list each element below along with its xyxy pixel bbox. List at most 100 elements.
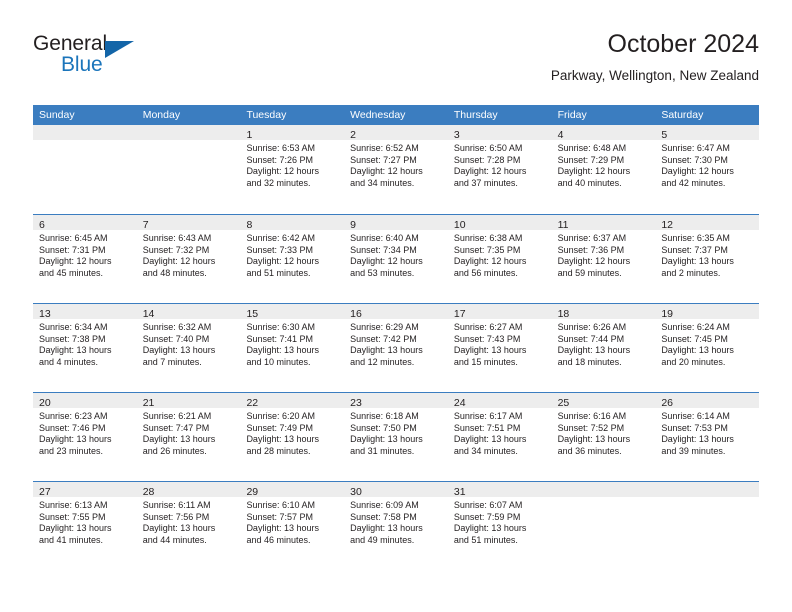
day-detail-line: Sunrise: 6:24 AM (661, 322, 730, 332)
day-details: Sunrise: 6:53 AM Sunset: 7:26 PM Daylight:… (240, 140, 344, 189)
day-cell-10[interactable]: 10 Sunrise: 6:38 AM Sunset: 7:35 PM Dayligh… (447, 215, 552, 303)
day-details: Sunrise: 6:34 AM Sunset: 7:38 PM Daylight:… (33, 319, 137, 368)
day-detail-line: Daylight: 13 hours (453, 523, 527, 534)
day-detail-line: and 59 minutes. (557, 267, 622, 278)
calendar-weeks: 1 Sunrise: 6:53 AM Sunset: 7:26 PM Daylight… (33, 125, 760, 570)
day-number-bar: 14 (136, 304, 241, 320)
day-detail-line: and 34 minutes. (453, 445, 518, 456)
day-cell-24[interactable]: 24 Sunrise: 6:17 AM Sunset: 7:51 PM Dayligh… (447, 393, 552, 481)
day-number-bar: 10 (447, 215, 552, 231)
day-cell-27[interactable]: 27 Sunrise: 6:13 AM Sunset: 7:55 PM Dayligh… (33, 482, 137, 570)
day-number: 21 (142, 397, 155, 409)
day-cell-16[interactable]: 16 Sunrise: 6:29 AM Sunset: 7:42 PM Dayligh… (344, 304, 448, 392)
day-cell-1[interactable]: 1 Sunrise: 6:53 AM Sunset: 7:26 PM Daylight… (240, 125, 345, 214)
day-cell-28[interactable]: 28 Sunrise: 6:11 AM Sunset: 7:56 PM Dayligh… (136, 482, 241, 570)
day-detail-line: and 12 minutes. (350, 356, 415, 367)
day-detail-line: Sunset: 7:34 PM (350, 244, 417, 255)
day-cell-3[interactable]: 3 Sunrise: 6:50 AM Sunset: 7:28 PM Daylight… (447, 125, 552, 214)
day-detail-line: Sunrise: 6:23 AM (39, 411, 108, 421)
day-details: Sunrise: 6:30 AM Sunset: 7:41 PM Daylight:… (240, 319, 344, 368)
day-cell-7[interactable]: 7 Sunrise: 6:43 AM Sunset: 7:32 PM Daylight… (136, 215, 241, 303)
day-cell-25[interactable]: 25 Sunrise: 6:16 AM Sunset: 7:52 PM Dayligh… (551, 393, 656, 481)
day-details: Sunrise: 6:29 AM Sunset: 7:42 PM Daylight:… (344, 319, 448, 368)
day-detail-line: Daylight: 13 hours (39, 434, 112, 445)
day-cell-17[interactable]: 17 Sunrise: 6:27 AM Sunset: 7:43 PM Dayligh… (447, 304, 552, 392)
day-detail-line: Daylight: 13 hours (557, 345, 631, 356)
day-cell-11[interactable]: 11 Sunrise: 6:37 AM Sunset: 7:36 PM Dayligh… (551, 215, 656, 303)
day-number: 16 (350, 308, 362, 320)
day-of-week-wednesday: Wednesday (350, 109, 406, 121)
day-cell-8[interactable]: 8 Sunrise: 6:42 AM Sunset: 7:33 PM Daylight… (240, 215, 345, 303)
day-detail-line: Sunset: 7:38 PM (39, 333, 106, 344)
day-detail-line: Daylight: 13 hours (661, 256, 734, 267)
day-of-week-saturday: Saturday (661, 109, 704, 121)
day-cell-23[interactable]: 23 Sunrise: 6:18 AM Sunset: 7:50 PM Dayligh… (344, 393, 448, 481)
day-detail-line: Sunrise: 6:53 AM (246, 143, 315, 153)
day-detail-line: Daylight: 12 hours (557, 166, 631, 177)
day-details: Sunrise: 6:27 AM Sunset: 7:43 PM Daylight:… (448, 319, 552, 368)
day-cell-18[interactable]: 18 Sunrise: 6:26 AM Sunset: 7:44 PM Dayligh… (551, 304, 656, 392)
day-number-bar: 22 (240, 393, 345, 409)
day-cell-29[interactable]: 29 Sunrise: 6:10 AM Sunset: 7:57 PM Dayligh… (240, 482, 345, 570)
day-cell-13[interactable]: 13 Sunrise: 6:34 AM Sunset: 7:38 PM Dayligh… (33, 304, 137, 392)
calendar-week-row: 27 Sunrise: 6:13 AM Sunset: 7:55 PM Dayligh… (33, 481, 760, 570)
day-cell-2[interactable]: 2 Sunrise: 6:52 AM Sunset: 7:27 PM Daylight… (344, 125, 448, 214)
day-detail-line: Daylight: 13 hours (246, 523, 319, 534)
day-number: 14 (142, 308, 155, 320)
day-cell-15[interactable]: 15 Sunrise: 6:30 AM Sunset: 7:41 PM Dayligh… (240, 304, 345, 392)
day-cell-21[interactable]: 21 Sunrise: 6:21 AM Sunset: 7:47 PM Dayligh… (136, 393, 241, 481)
day-number-bar: 21 (136, 393, 241, 409)
day-details: Sunrise: 6:52 AM Sunset: 7:27 PM Daylight:… (344, 140, 448, 189)
day-detail-line: Sunrise: 6:11 AM (142, 500, 211, 510)
day-details: Sunrise: 6:20 AM Sunset: 7:49 PM Daylight:… (240, 408, 344, 457)
day-detail-line: and 53 minutes. (350, 267, 415, 278)
day-detail-line: Daylight: 13 hours (350, 523, 423, 534)
day-number: 12 (661, 219, 673, 231)
calendar-week-row: 6 Sunrise: 6:45 AM Sunset: 7:31 PM Daylight… (33, 214, 760, 303)
day-number-bar: 3 (447, 125, 552, 141)
day-detail-line: Sunset: 7:43 PM (453, 333, 521, 344)
day-cell-20[interactable]: 20 Sunrise: 6:23 AM Sunset: 7:46 PM Dayligh… (33, 393, 137, 481)
brand-logo[interactable]: General Blue (33, 32, 233, 86)
day-number: 27 (39, 486, 51, 498)
day-cell-empty (33, 125, 137, 214)
day-detail-line: Sunset: 7:26 PM (246, 154, 313, 165)
day-number-bar: 12 (655, 215, 760, 231)
day-detail-line: and 34 minutes. (350, 177, 415, 188)
day-number: 6 (39, 219, 45, 231)
day-detail-line: and 39 minutes. (661, 445, 726, 456)
day-cell-22[interactable]: 22 Sunrise: 6:20 AM Sunset: 7:49 PM Dayligh… (240, 393, 345, 481)
day-details: Sunrise: 6:13 AM Sunset: 7:55 PM Daylight:… (33, 497, 137, 546)
day-detail-line: Sunrise: 6:14 AM (661, 411, 730, 421)
day-cell-19[interactable]: 19 Sunrise: 6:24 AM Sunset: 7:45 PM Dayligh… (655, 304, 760, 392)
day-cell-9[interactable]: 9 Sunrise: 6:40 AM Sunset: 7:34 PM Daylight… (344, 215, 448, 303)
day-cell-5[interactable]: 5 Sunrise: 6:47 AM Sunset: 7:30 PM Daylight… (655, 125, 760, 214)
day-cell-30[interactable]: 30 Sunrise: 6:09 AM Sunset: 7:58 PM Dayligh… (344, 482, 448, 570)
day-cell-26[interactable]: 26 Sunrise: 6:14 AM Sunset: 7:53 PM Dayligh… (655, 393, 760, 481)
day-detail-line: Sunrise: 6:48 AM (557, 143, 627, 153)
day-cell-12[interactable]: 12 Sunrise: 6:35 AM Sunset: 7:37 PM Dayligh… (655, 215, 760, 303)
day-detail-line: and 18 minutes. (557, 356, 622, 367)
day-detail-line: and 26 minutes. (142, 445, 207, 456)
day-number-bar: 15 (240, 304, 345, 320)
day-detail-line: Sunrise: 6:37 AM (557, 233, 627, 243)
day-detail-line: Daylight: 12 hours (453, 166, 527, 177)
day-detail-line: and 20 minutes. (661, 356, 726, 367)
day-cell-4[interactable]: 4 Sunrise: 6:48 AM Sunset: 7:29 PM Daylight… (551, 125, 656, 214)
day-detail-line: Sunrise: 6:38 AM (453, 233, 523, 243)
day-number: 3 (453, 129, 460, 141)
day-detail-line: and 4 minutes. (39, 356, 99, 367)
day-detail-line: Sunrise: 6:52 AM (350, 143, 419, 153)
day-cell-14[interactable]: 14 Sunrise: 6:32 AM Sunset: 7:40 PM Dayligh… (136, 304, 241, 392)
calendar-grid: Sunday Monday Tuesday Wednesday Thursday Frid… (33, 105, 760, 570)
day-of-week-thursday: Thursday (453, 109, 498, 121)
day-cell-31[interactable]: 31 Sunrise: 6:07 AM Sunset: 7:59 PM Dayligh… (447, 482, 552, 570)
day-detail-line: and 51 minutes. (453, 534, 518, 545)
day-number-bar: 19 (655, 304, 760, 320)
day-detail-line: and 41 minutes. (39, 534, 104, 545)
day-details: Sunrise: 6:09 AM Sunset: 7:58 PM Daylight:… (344, 497, 448, 546)
day-cell-6[interactable]: 6 Sunrise: 6:45 AM Sunset: 7:31 PM Daylight… (33, 215, 137, 303)
day-detail-line: and 56 minutes. (453, 267, 518, 278)
day-number: 19 (661, 308, 673, 320)
day-details: Sunrise: 6:26 AM Sunset: 7:44 PM Daylight:… (552, 319, 656, 368)
